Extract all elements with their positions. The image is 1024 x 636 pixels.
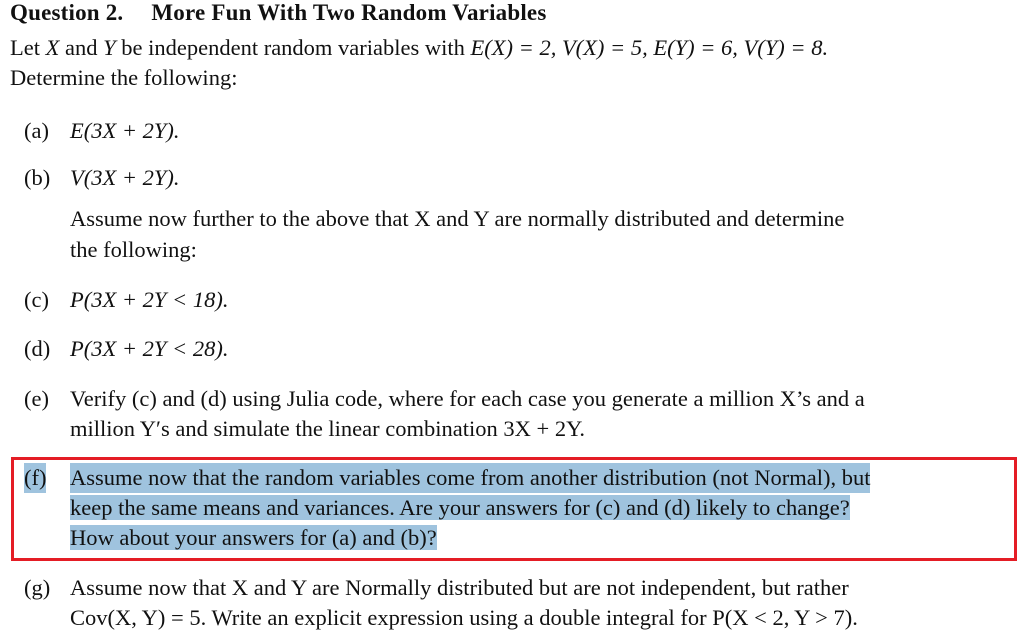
part-b-text: V(3X + 2Y). bbox=[70, 165, 180, 190]
part-g-line-1: Assume now that X and Y are Normally dis… bbox=[70, 575, 849, 600]
part-f-line-3[interactable]: How about your answers for (a) and (b)? bbox=[70, 525, 437, 550]
given-moments: E(X) = 2, V(X) = 5, E(Y) = 6, V(Y) = 8. bbox=[470, 35, 829, 60]
part-f-line-2-wrap[interactable]: keep the same means and variances. Are y… bbox=[70, 493, 850, 523]
document-page: Question 2. More Fun With Two Random Vari… bbox=[0, 0, 1024, 636]
question-number: Question 2. bbox=[10, 0, 124, 25]
part-f-label[interactable]: (f) bbox=[24, 463, 47, 493]
part-f-line-2[interactable]: keep the same means and variances. Are y… bbox=[70, 495, 850, 520]
part-c-text: P(3X + 2Y < 18). bbox=[70, 287, 229, 312]
part-d-label: (d) bbox=[24, 336, 51, 361]
intro-line-2: Determine the following: bbox=[10, 65, 238, 90]
part-e-line-2: million Y′s and simulate the linear comb… bbox=[70, 416, 586, 441]
question-title: More Fun With Two Random Variables bbox=[151, 0, 547, 25]
part-g-line-2: Cov(X, Y) = 5. Write an explicit express… bbox=[70, 605, 858, 630]
part-e-label: (e) bbox=[24, 386, 49, 411]
part-f-line-3-wrap[interactable]: How about your answers for (a) and (b)? bbox=[70, 523, 437, 553]
var-y: Y bbox=[103, 35, 116, 60]
part-d-text: P(3X + 2Y < 28). bbox=[70, 336, 229, 361]
part-f-line-1[interactable]: Assume now that the random variables com… bbox=[70, 463, 871, 493]
assume-normal-line-1: Assume now further to the above that X a… bbox=[70, 206, 845, 231]
assume-normal-line-2: the following: bbox=[70, 237, 197, 262]
intro-line-1: Let X and Y be independent random variab… bbox=[10, 33, 828, 63]
intro-text: be independent random variables with bbox=[115, 35, 471, 60]
part-c-label: (c) bbox=[24, 287, 49, 312]
intro-text: and bbox=[59, 35, 104, 60]
part-a-label: (a) bbox=[24, 118, 49, 143]
question-heading: Question 2. More Fun With Two Random Vari… bbox=[10, 0, 547, 26]
part-e-line-1: Verify (c) and (d) using Julia code, whe… bbox=[70, 386, 865, 411]
part-b-label: (b) bbox=[24, 165, 51, 190]
intro-text: Let bbox=[10, 35, 46, 60]
part-a-text: E(3X + 2Y). bbox=[70, 118, 180, 143]
var-x: X bbox=[45, 35, 60, 60]
part-g-label: (g) bbox=[24, 575, 51, 600]
